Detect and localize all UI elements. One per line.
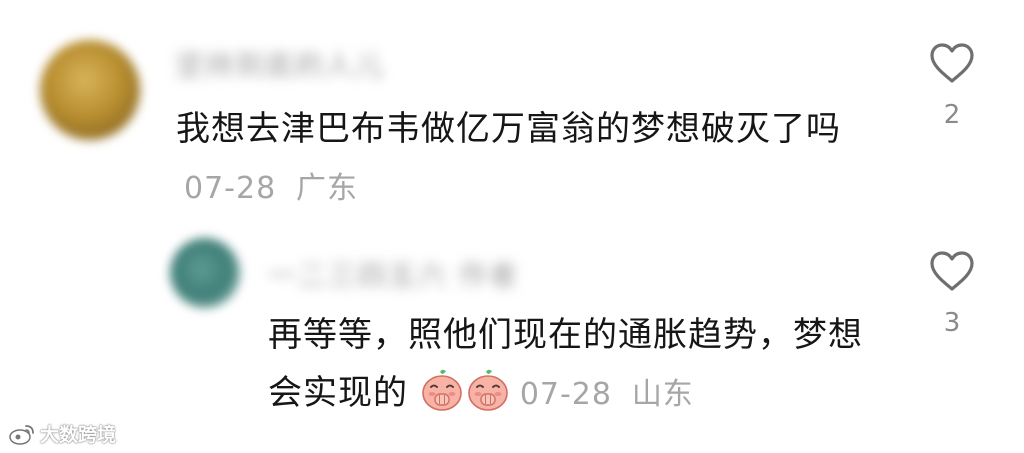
comment-date: 07-28 — [184, 171, 277, 206]
like-button[interactable]: 2 — [922, 42, 982, 130]
heart-outline-icon[interactable] — [929, 42, 975, 84]
reply-date: 07-28 — [519, 377, 612, 412]
cover-mouth-emoji — [468, 369, 508, 411]
reply-text: 再等等，照他们现在的通胀趋势，梦想会实现的 07-28 山东 — [268, 306, 868, 424]
reply-avatar[interactable] — [170, 238, 240, 308]
avatar[interactable] — [40, 40, 140, 140]
heart-outline-icon[interactable] — [929, 250, 975, 292]
weibo-logo-icon — [9, 424, 34, 445]
watermark: 大数跨境 — [8, 420, 116, 447]
comment-text: 我想去津巴布韦做亿万富翁的梦想破灭了吗 07-28 广东 — [176, 100, 856, 218]
username[interactable]: 坚持到底的人儿 — [175, 44, 385, 84]
cover-mouth-emoji — [422, 369, 462, 411]
reply-like-count: 3 — [943, 308, 961, 338]
comment-body: 我想去津巴布韦做亿万富翁的梦想破灭了吗 — [176, 109, 841, 149]
comment-location: 广东 — [296, 171, 358, 206]
reply-username[interactable]: 一二三四五六 作者 — [268, 254, 519, 294]
watermark-text: 大数跨境 — [40, 424, 117, 446]
reply-like-button[interactable]: 3 — [922, 250, 982, 338]
like-count: 2 — [943, 100, 961, 130]
reply-location: 山东 — [631, 377, 694, 412]
